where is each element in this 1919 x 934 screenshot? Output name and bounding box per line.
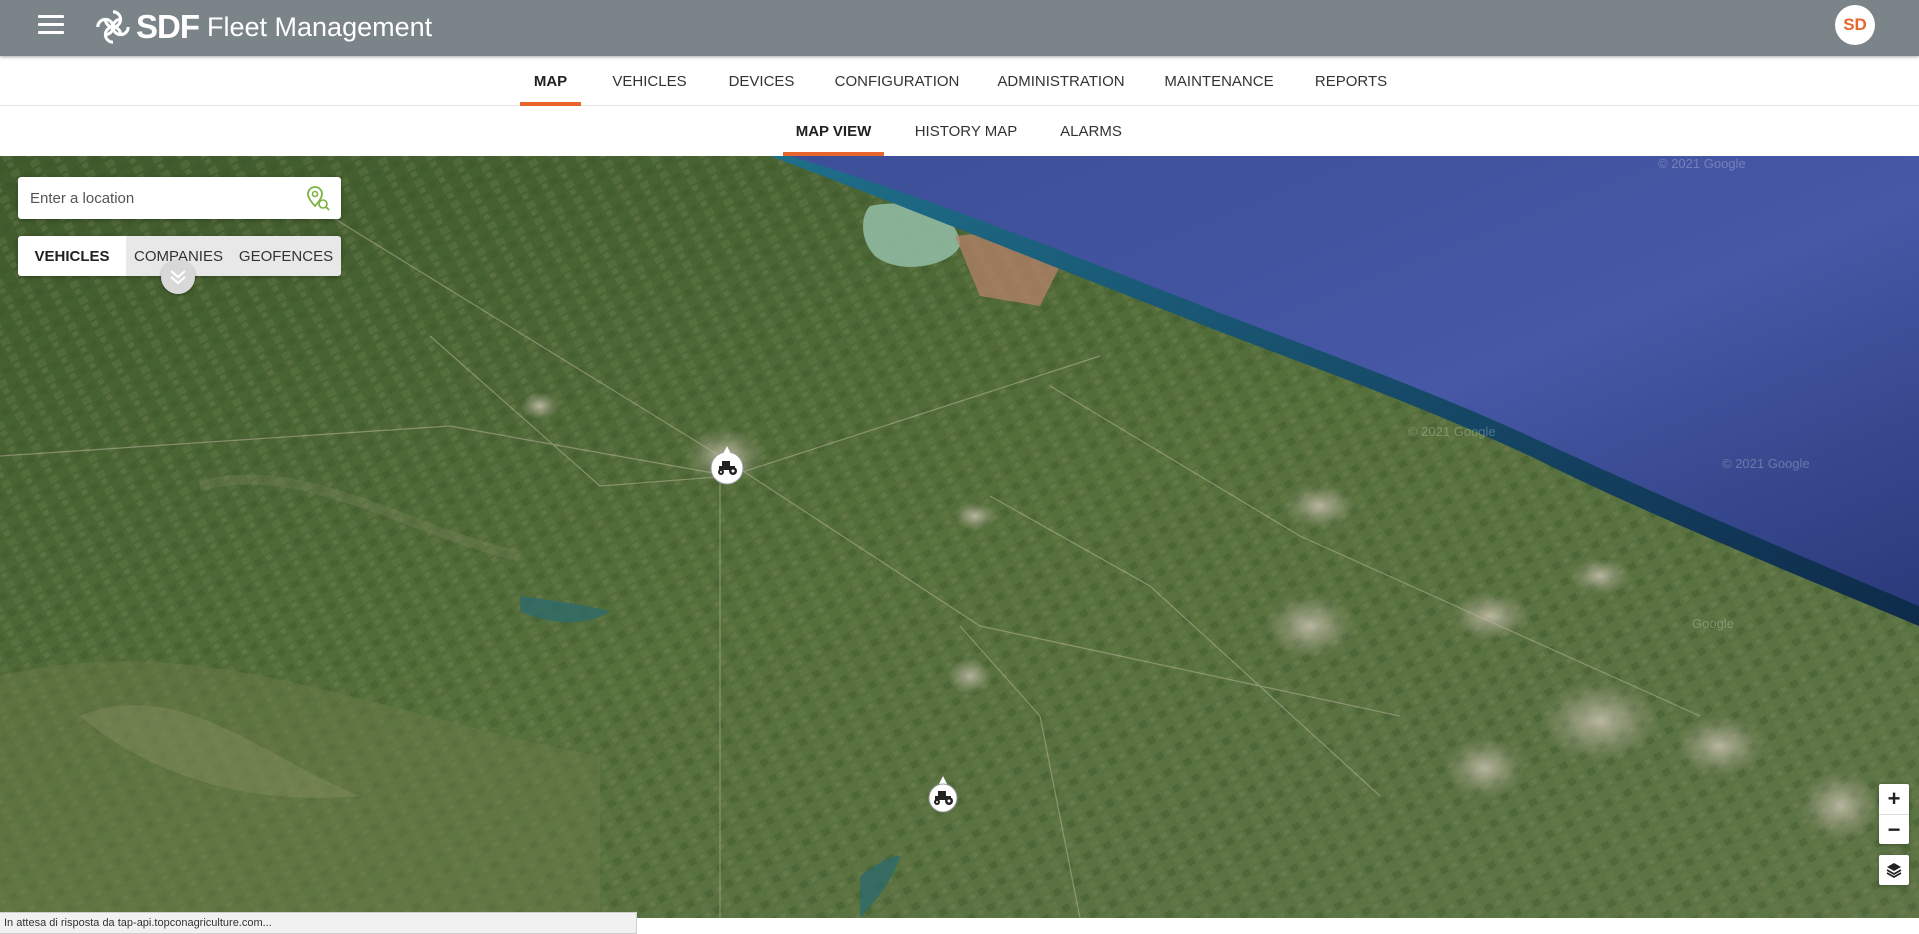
map-copyright-right: © 2021 Google: [1722, 456, 1810, 471]
tab-alarms[interactable]: ALARMS: [1051, 106, 1131, 156]
layers-button[interactable]: [1879, 855, 1909, 885]
tab-maintenance[interactable]: MAINTENANCE: [1154, 56, 1284, 106]
main-nav: MAP VEHICLES DEVICES CONFIGURATION ADMIN…: [0, 56, 1919, 106]
page-bottom-strip: [637, 918, 1919, 934]
tab-map-view[interactable]: MAP VIEW: [783, 106, 884, 156]
sdf-logo-icon: [96, 10, 130, 44]
map-canvas[interactable]: © 2021 Google © 2021 Google © 2021 Googl…: [0, 156, 1919, 918]
logo-brand: SDF: [136, 8, 200, 45]
map-copyright-top: © 2021 Google: [1658, 156, 1746, 171]
double-chevron-down-icon: [170, 270, 186, 285]
tab-configuration[interactable]: CONFIGURATION: [827, 56, 967, 106]
tab-map[interactable]: MAP: [520, 56, 581, 106]
tractor-icon: [928, 776, 958, 813]
layers-icon: [1886, 863, 1902, 879]
app-logo[interactable]: SDF Fleet Management: [94, 7, 432, 47]
tab-vehicles[interactable]: VEHICLES: [603, 56, 696, 106]
location-search-icon[interactable]: [304, 184, 332, 212]
tab-reports[interactable]: REPORTS: [1310, 56, 1392, 106]
logo-title: Fleet Management: [207, 11, 433, 42]
location-search-input[interactable]: [18, 177, 298, 219]
tab-devices[interactable]: DEVICES: [720, 56, 803, 106]
zoom-in-button[interactable]: +: [1879, 784, 1909, 814]
vehicle-marker[interactable]: [707, 446, 747, 492]
map-copyright-low: Google: [1692, 616, 1734, 631]
vehicle-marker[interactable]: [923, 776, 963, 822]
browser-status-bar: In attesa di risposta da tap-api.topcona…: [0, 912, 637, 934]
user-avatar[interactable]: SD: [1835, 5, 1875, 45]
expand-panel-button[interactable]: [161, 260, 195, 294]
segment-vehicles[interactable]: VEHICLES: [18, 236, 126, 276]
tab-history-map[interactable]: HISTORY MAP: [907, 106, 1025, 156]
zoom-out-button[interactable]: −: [1879, 814, 1909, 844]
app-header: SDF Fleet Management SD: [0, 0, 1919, 56]
sub-nav: MAP VIEW HISTORY MAP ALARMS: [0, 106, 1919, 156]
menu-icon[interactable]: [38, 15, 64, 37]
tractor-icon: [710, 446, 744, 485]
map-copyright-mid: © 2021 Google: [1408, 424, 1496, 439]
tab-administration[interactable]: ADMINISTRATION: [992, 56, 1130, 106]
location-search: [18, 177, 341, 219]
segment-geofences[interactable]: GEOFENCES: [231, 236, 341, 276]
zoom-control: + −: [1879, 784, 1909, 844]
